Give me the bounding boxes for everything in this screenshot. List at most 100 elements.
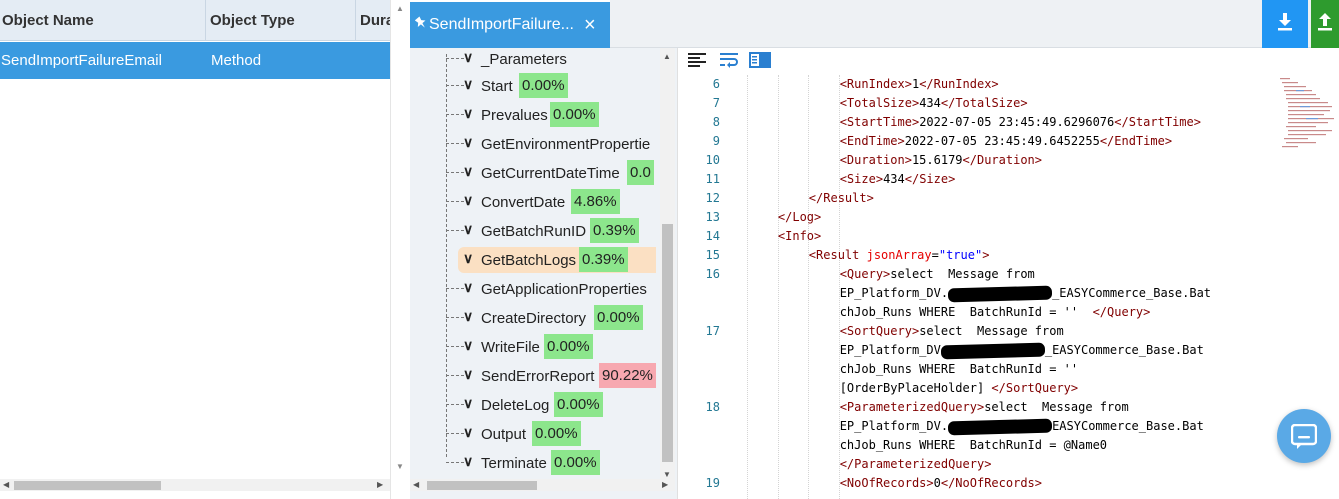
code-line: chJob_Runs WHERE BatchRunId = @Name0	[840, 436, 1107, 455]
line-number: 10	[705, 153, 720, 167]
redaction-mark	[947, 418, 1053, 435]
xml-tag: </Result>	[808, 191, 874, 205]
tree-node-label: SendErrorReport	[481, 368, 595, 385]
panel-icon[interactable]	[749, 52, 771, 73]
xml-text: EP_Platform_DV.	[839, 419, 949, 433]
upload-button[interactable]	[1311, 0, 1339, 48]
xml-tag: <TotalSize>	[839, 96, 920, 110]
scroll-up-icon[interactable]: ▲	[396, 4, 404, 13]
scrollbar-thumb[interactable]	[662, 224, 673, 462]
close-icon[interactable]: ×	[584, 13, 596, 37]
scroll-right-icon[interactable]: ▶	[377, 479, 383, 491]
chevron-down-icon[interactable]: ∨	[463, 453, 473, 470]
scrollbar-thumb[interactable]	[14, 481, 161, 490]
method-tree: ∨ _Parameters ∨ Start 0.00% ∨ Prevalues 0.00%…	[410, 48, 677, 499]
code-line: <Query>select Message from	[840, 265, 1035, 284]
code-line: [OrderByPlaceHolder] </SortQuery>	[840, 379, 1078, 398]
timing-badge: 0.00%	[551, 450, 600, 475]
chevron-down-icon[interactable]: ∨	[463, 250, 473, 267]
code-line: <NoOfRecords>0</NoOfRecords>	[840, 474, 1042, 493]
scroll-down-icon[interactable]: ▼	[663, 470, 671, 479]
xml-text: EP_Platform_DV	[839, 343, 941, 357]
code-line: EP_Platform_DV _EASYCommerce_Base.Bat	[840, 341, 1204, 360]
editor-toolbar	[678, 48, 1278, 75]
line-number: 16	[705, 267, 720, 281]
table-row[interactable]: SendImportFailureEmail Method	[0, 42, 390, 79]
scroll-left-icon[interactable]: ◀	[413, 479, 419, 491]
xml-attribute-value: "true"	[938, 248, 983, 262]
code-line: </ParameterizedQuery>	[840, 455, 992, 474]
xml-tag: <StartTime>	[839, 115, 920, 129]
xml-text: 434	[919, 96, 941, 110]
tree-node-label: GetBatchRunID	[481, 223, 587, 240]
line-number: 18	[705, 400, 720, 414]
xml-text: chJob_Runs WHERE BatchRunId = ''	[839, 305, 1093, 319]
code-line: <StartTime>2022-07-05 23:45:49.6296076</…	[840, 113, 1201, 132]
scroll-down-icon[interactable]: ▼	[396, 462, 404, 471]
tree-node-label: WriteFile	[481, 339, 540, 356]
code-line: chJob_Runs WHERE BatchRunId = ''	[840, 360, 1078, 379]
scroll-left-icon[interactable]: ◀	[3, 479, 9, 491]
tree-vertical-scrollbar[interactable]: ▲ ▼	[660, 48, 675, 483]
pin-icon[interactable]	[414, 16, 427, 33]
timing-badge: 0.00%	[550, 102, 599, 127]
timing-badge: 0.0	[627, 160, 654, 185]
tree-node[interactable]: ∨ GetBatchLogs 0.39%	[458, 247, 656, 273]
download-button[interactable]	[1262, 0, 1308, 48]
column-header-duration[interactable]: Dura	[356, 0, 390, 41]
line-number: 19	[705, 476, 720, 490]
xml-attribute: jsonArray	[866, 248, 932, 262]
tree-node-label: GetBatchLogs	[481, 252, 577, 269]
xml-tag: <RunIndex>	[839, 77, 912, 91]
xml-text: 434	[883, 172, 905, 186]
timing-badge: 0.00%	[532, 421, 581, 446]
align-left-icon[interactable]	[688, 52, 706, 73]
tree-node-label: CreateDirectory	[481, 310, 587, 327]
line-number: 11	[705, 172, 720, 186]
panel-splitter[interactable]: ▲ ▼	[390, 0, 410, 499]
scroll-up-icon[interactable]: ▲	[663, 52, 671, 61]
chevron-down-icon[interactable]: ∨	[463, 134, 473, 151]
cell-object-name: SendImportFailureEmail	[1, 52, 162, 69]
xml-tag: </StartTime>	[1114, 115, 1201, 129]
line-number: 7	[712, 96, 720, 110]
chevron-down-icon[interactable]: ∨	[463, 221, 473, 238]
chevron-down-icon[interactable]: ∨	[463, 49, 473, 66]
editor-minimap[interactable]	[1276, 76, 1338, 156]
scroll-right-icon[interactable]: ▶	[662, 479, 668, 491]
chevron-down-icon[interactable]: ∨	[463, 163, 473, 180]
scrollbar-thumb[interactable]	[427, 481, 537, 490]
chevron-down-icon[interactable]: ∨	[463, 395, 473, 412]
line-number: 8	[712, 115, 720, 129]
code-line: <TotalSize>434</TotalSize>	[840, 94, 1028, 113]
code-line: <SortQuery>select Message from	[840, 322, 1064, 341]
tab-send-import-failure[interactable]: SendImportFailure... ×	[410, 2, 610, 48]
chevron-down-icon[interactable]: ∨	[463, 192, 473, 209]
xml-code-editor[interactable]: 6 <RunIndex>1</RunIndex> 7 <TotalSize>434</…	[677, 48, 1339, 499]
code-line: <Result jsonArray="true">	[809, 246, 990, 265]
chevron-down-icon[interactable]: ∨	[463, 366, 473, 383]
chevron-down-icon[interactable]: ∨	[463, 279, 473, 296]
tree-horizontal-scrollbar[interactable]: ◀ ▶	[410, 479, 675, 491]
chevron-down-icon[interactable]: ∨	[463, 76, 473, 93]
column-header-object-name[interactable]: Object Name	[0, 0, 206, 41]
chat-button[interactable]	[1277, 409, 1331, 463]
chevron-down-icon[interactable]: ∨	[463, 424, 473, 441]
code-line: <ParameterizedQuery>select Message from	[840, 398, 1129, 417]
line-number: 6	[712, 77, 720, 91]
column-header-object-type[interactable]: Object Type	[206, 0, 356, 41]
grid-horizontal-scrollbar[interactable]: ◀ ▶	[0, 479, 390, 491]
chevron-down-icon[interactable]: ∨	[463, 105, 473, 122]
line-number: 14	[705, 229, 720, 243]
chevron-down-icon[interactable]: ∨	[463, 337, 473, 354]
xml-tag: <SortQuery>	[839, 324, 920, 338]
tree-node-label: ConvertDate	[481, 194, 566, 211]
word-wrap-icon[interactable]	[720, 52, 738, 73]
line-number: 9	[712, 134, 720, 148]
chevron-down-icon[interactable]: ∨	[463, 308, 473, 325]
code-line: <RunIndex>1</RunIndex>	[840, 75, 999, 94]
xml-tag: <Query>	[839, 267, 891, 281]
object-grid: Object Name Object Type Dura SendImportF…	[0, 0, 390, 499]
xml-text: EP_Platform_DV.	[839, 286, 949, 300]
xml-text: chJob_Runs WHERE BatchRunId = ''	[839, 362, 1079, 376]
